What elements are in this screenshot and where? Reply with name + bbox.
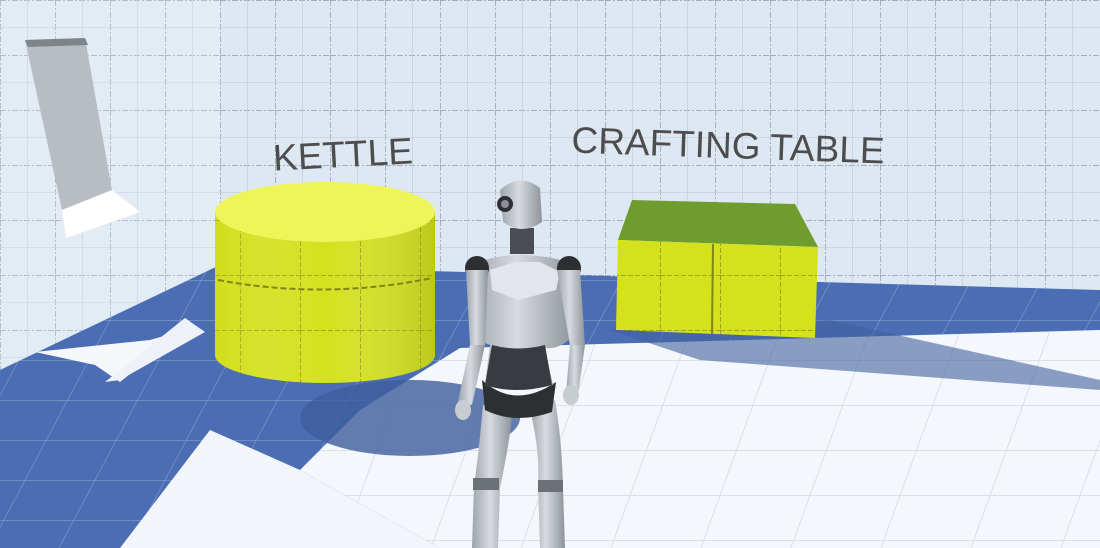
kettle-object[interactable] bbox=[215, 182, 435, 383]
scene-render: KETTLE CRAFTING TABLE bbox=[0, 0, 1100, 548]
game-viewport[interactable]: KETTLE CRAFTING TABLE bbox=[0, 0, 1100, 548]
kettle-label: KETTLE bbox=[272, 130, 414, 178]
crafting-table-object[interactable] bbox=[616, 200, 818, 338]
